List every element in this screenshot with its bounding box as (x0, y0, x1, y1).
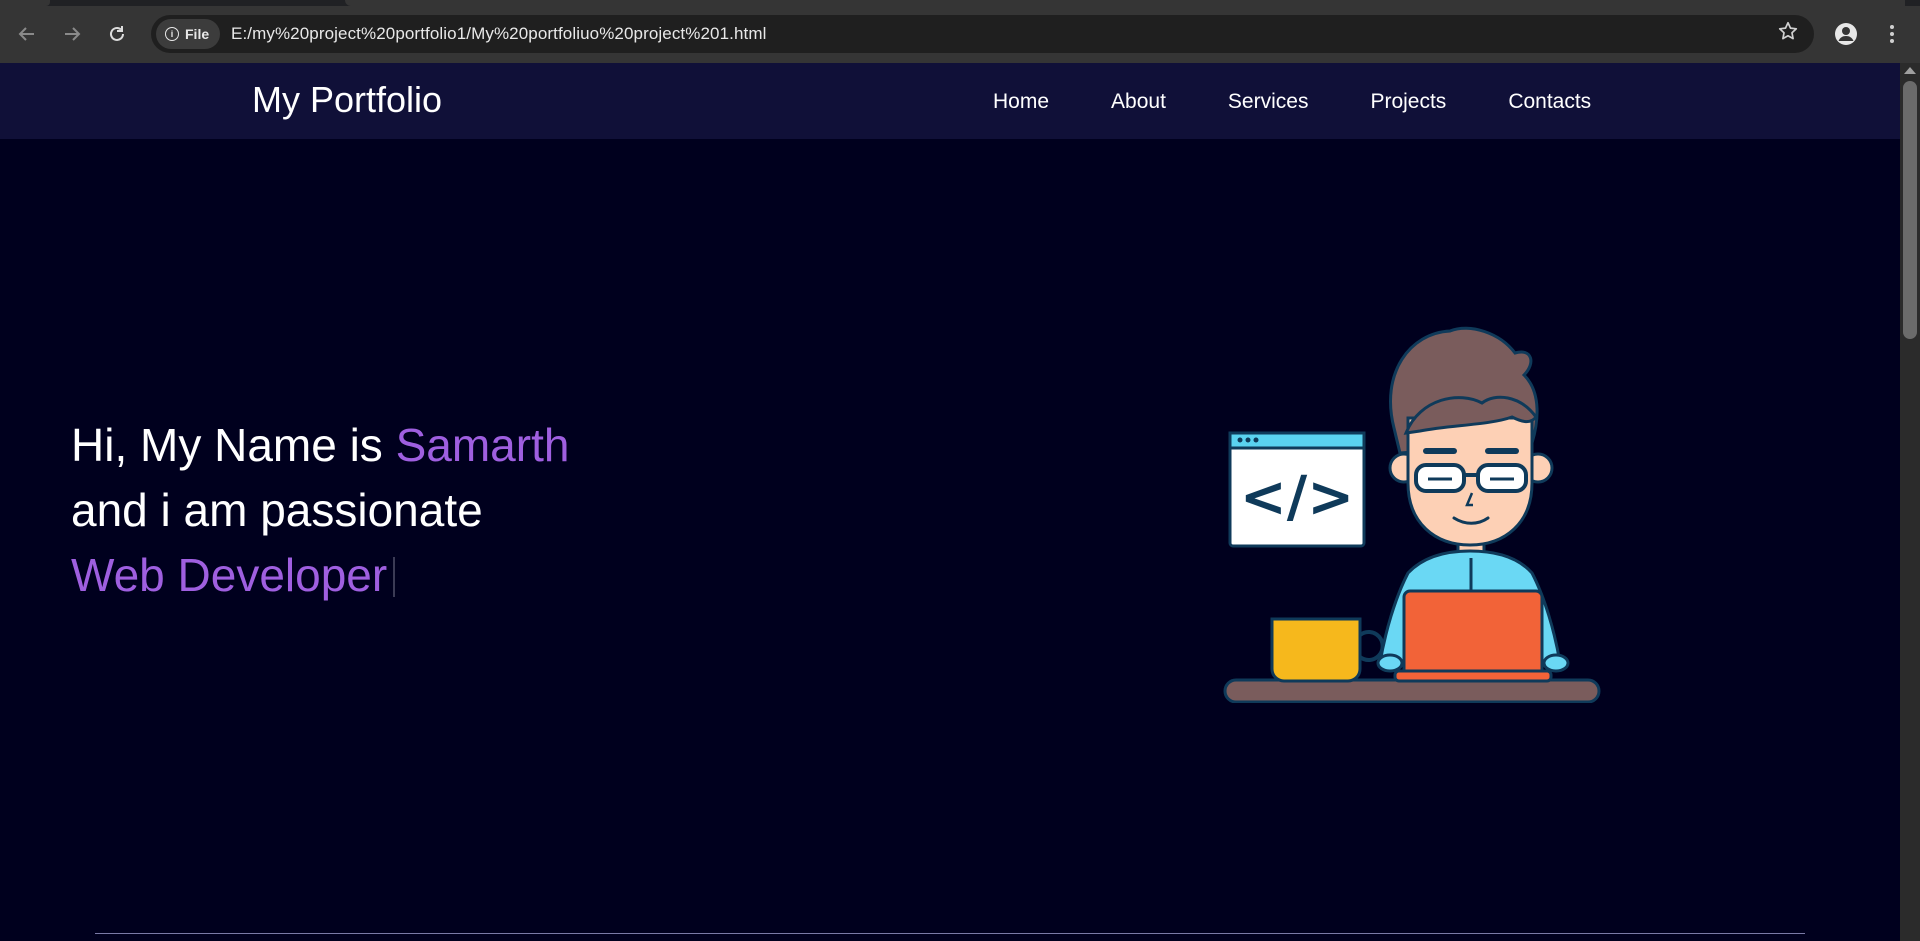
profile-button[interactable] (1832, 20, 1860, 48)
hero-greeting: Hi, My Name is (71, 419, 396, 471)
scroll-up-icon[interactable] (1904, 67, 1916, 74)
url-text[interactable]: E:/my%20project%20portfolio1/My%20portfo… (231, 24, 766, 44)
hero-heading: Hi, My Name is Samarth and i am passiona… (71, 413, 569, 608)
scrollbar-thumb[interactable] (1903, 81, 1917, 339)
nav-link-about[interactable]: About (1111, 90, 1166, 114)
hero-line-2: and i am passionate (71, 484, 483, 536)
tab-strip-segment (345, 0, 1905, 6)
back-button[interactable] (13, 20, 41, 48)
site-navbar: My Portfolio Home About Services Project… (0, 63, 1900, 139)
person-icon (1835, 23, 1857, 45)
tab-strip (0, 0, 1920, 6)
laptop-icon (1393, 589, 1553, 683)
hero-line-1: Hi, My Name is Samarth (71, 413, 569, 478)
reload-button[interactable] (103, 20, 131, 48)
developer-illustration: </> (1223, 326, 1601, 703)
section-divider (95, 933, 1805, 934)
arrow-left-icon (18, 27, 34, 41)
page-scrollbar[interactable] (1900, 63, 1920, 941)
star-icon (1778, 21, 1798, 40)
site-brand[interactable]: My Portfolio (252, 79, 442, 121)
hero-name: Samarth (395, 419, 570, 471)
nav-link-home[interactable]: Home (993, 90, 1049, 114)
arrow-right-icon (65, 27, 81, 41)
forward-button[interactable] (58, 20, 86, 48)
hero-role: Web Developer (71, 549, 388, 601)
coffee-mug-icon (1270, 617, 1385, 683)
typing-caret (393, 557, 396, 597)
code-window-icon: </> (1228, 431, 1366, 548)
hero-line-3: Web Developer (71, 543, 569, 608)
code-symbol: </> (1240, 465, 1354, 530)
kebab-menu-icon (1890, 25, 1894, 43)
browser-toolbar: i File E:/my%20project%20portfolio1/My%2… (0, 0, 1920, 63)
page-viewport: My Portfolio Home About Services Project… (0, 63, 1900, 941)
nav-link-services[interactable]: Services (1228, 90, 1309, 114)
site-info-chip[interactable]: i File (156, 19, 220, 49)
desk-shape (1223, 678, 1601, 703)
address-bar[interactable]: i File E:/my%20project%20portfolio1/My%2… (151, 15, 1814, 53)
nav-link-contacts[interactable]: Contacts (1508, 90, 1591, 114)
bookmark-button[interactable] (1778, 21, 1798, 47)
tab-strip-segment (0, 0, 50, 6)
nav-link-projects[interactable]: Projects (1370, 90, 1446, 114)
nav-links: Home About Services Projects Contacts (993, 90, 1653, 114)
browser-menu-button[interactable] (1878, 20, 1906, 48)
info-icon: i (165, 27, 179, 41)
reload-icon (110, 26, 124, 41)
site-chip-label: File (185, 26, 210, 42)
